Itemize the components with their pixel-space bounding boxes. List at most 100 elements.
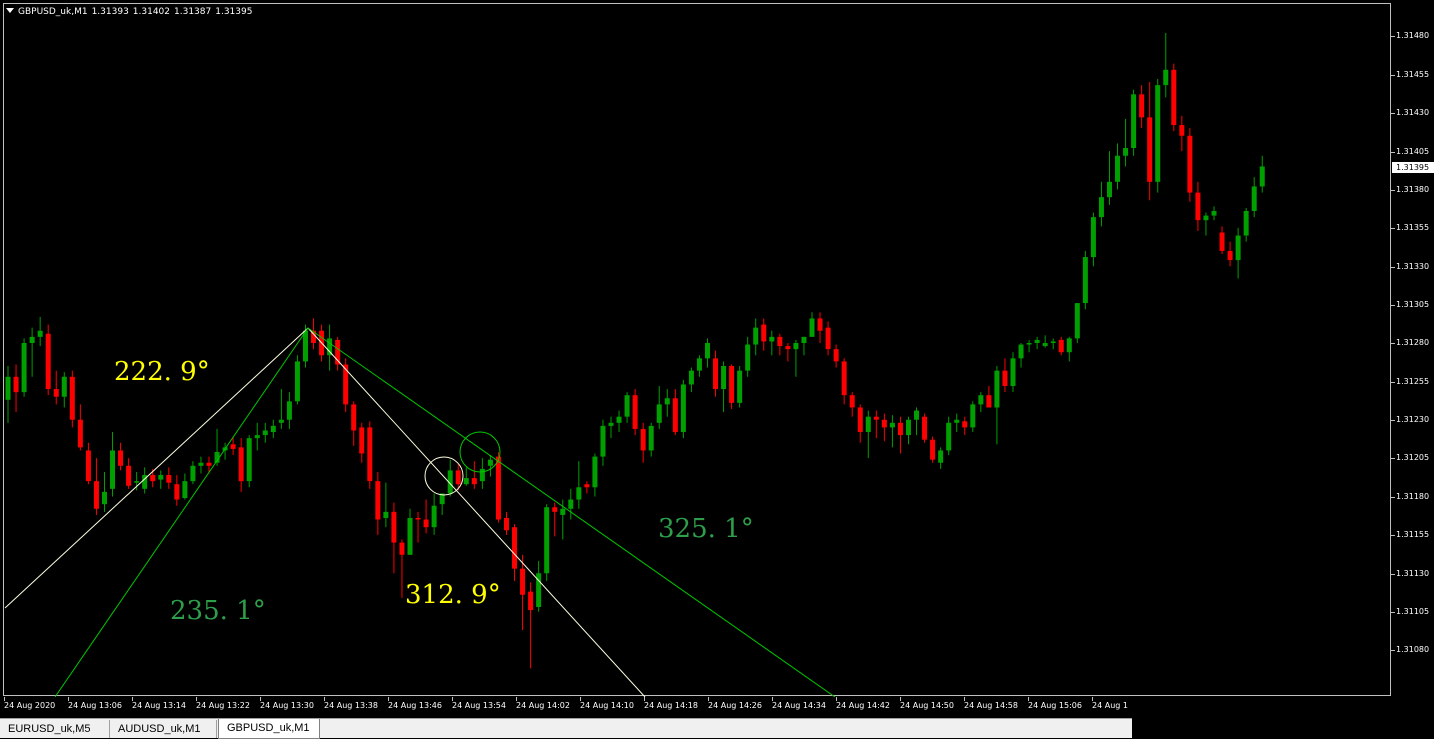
candle[interactable]: [801, 336, 807, 356]
candle[interactable]: [29, 327, 35, 377]
candle[interactable]: [817, 312, 823, 343]
candle[interactable]: [1018, 343, 1024, 368]
candle[interactable]: [1090, 212, 1096, 267]
candle[interactable]: [600, 419, 606, 466]
candle[interactable]: [101, 471, 107, 512]
candle[interactable]: [198, 456, 204, 474]
candle[interactable]: [664, 389, 670, 417]
candle[interactable]: [343, 358, 349, 413]
candle[interactable]: [1259, 155, 1265, 193]
tab-eurusd-m5[interactable]: EURUSD_uk,M5: [0, 720, 110, 738]
candle[interactable]: [1243, 207, 1249, 242]
candle[interactable]: [1002, 358, 1008, 393]
candle[interactable]: [399, 539, 405, 598]
candle[interactable]: [246, 435, 252, 488]
candle[interactable]: [1235, 227, 1241, 279]
candle[interactable]: [5, 366, 11, 423]
candle[interactable]: [278, 389, 284, 429]
candle[interactable]: [1115, 143, 1121, 190]
candle[interactable]: [471, 461, 477, 489]
candle[interactable]: [351, 401, 357, 446]
candle[interactable]: [439, 493, 445, 515]
angle-label-325[interactable]: 325. 1°: [658, 514, 754, 544]
candle[interactable]: [69, 370, 75, 428]
candle[interactable]: [21, 338, 27, 397]
candle[interactable]: [1066, 336, 1072, 362]
candle[interactable]: [930, 436, 936, 463]
candle[interactable]: [1155, 78, 1161, 193]
candle[interactable]: [986, 385, 992, 408]
candle[interactable]: [656, 385, 662, 429]
candle[interactable]: [785, 343, 791, 362]
candle[interactable]: [536, 560, 542, 612]
candle[interactable]: [1139, 85, 1145, 129]
dropdown-triangle-icon[interactable]: [6, 8, 14, 13]
candle[interactable]: [1147, 82, 1153, 201]
candle[interactable]: [841, 358, 847, 405]
price-axis[interactable]: 1.31480 1.31455 1.31430 1.31405 1.31380 …: [1391, 0, 1434, 697]
candle[interactable]: [415, 511, 421, 543]
candle[interactable]: [375, 471, 381, 535]
candle[interactable]: [431, 493, 437, 535]
candle[interactable]: [777, 333, 783, 356]
candle[interactable]: [584, 481, 590, 494]
candle[interactable]: [61, 372, 67, 408]
candle[interactable]: [503, 511, 509, 535]
candle[interactable]: [648, 422, 654, 457]
candle[interactable]: [552, 502, 558, 537]
candle[interactable]: [391, 502, 397, 574]
candle[interactable]: [286, 392, 292, 429]
candle[interactable]: [962, 416, 968, 436]
candle[interactable]: [190, 461, 196, 485]
candle[interactable]: [447, 459, 453, 497]
candle[interactable]: [367, 421, 373, 489]
candle[interactable]: [487, 455, 493, 477]
candle[interactable]: [158, 470, 164, 489]
candle[interactable]: [1131, 89, 1137, 156]
candle[interactable]: [849, 392, 855, 417]
candle[interactable]: [1179, 115, 1185, 152]
candle[interactable]: [825, 321, 831, 356]
candle[interactable]: [873, 410, 879, 439]
candle[interactable]: [335, 336, 341, 371]
candle[interactable]: [294, 355, 300, 405]
candle[interactable]: [166, 467, 172, 489]
angle-label-222[interactable]: 222. 9°: [114, 357, 210, 387]
candle[interactable]: [1010, 352, 1016, 393]
candle[interactable]: [463, 467, 469, 486]
candle[interactable]: [1211, 206, 1217, 221]
candle[interactable]: [946, 416, 952, 456]
candle[interactable]: [978, 392, 984, 413]
candle[interactable]: [85, 442, 91, 485]
candle[interactable]: [479, 458, 485, 489]
trendline-white-right[interactable]: [307, 327, 646, 697]
candle[interactable]: [889, 415, 895, 448]
candle[interactable]: [254, 422, 260, 451]
candle[interactable]: [592, 453, 598, 497]
candle[interactable]: [1050, 338, 1056, 350]
candle[interactable]: [833, 344, 839, 368]
candle[interactable]: [1082, 250, 1088, 310]
candle[interactable]: [624, 392, 630, 423]
candlestick-chart[interactable]: [0, 0, 1391, 697]
candle[interactable]: [616, 410, 622, 433]
candle[interactable]: [640, 422, 646, 463]
candle[interactable]: [13, 364, 19, 413]
candle[interactable]: [672, 389, 678, 436]
highlight-circle-green[interactable]: [459, 431, 501, 473]
tab-audusd-m1[interactable]: AUDUSD_uk,M1: [110, 720, 217, 738]
candle[interactable]: [1171, 63, 1177, 132]
candle[interactable]: [745, 336, 751, 377]
candle[interactable]: [544, 504, 550, 581]
candle[interactable]: [1058, 336, 1064, 356]
candle[interactable]: [696, 355, 702, 377]
candle[interactable]: [37, 316, 43, 347]
candle[interactable]: [110, 432, 116, 497]
candle[interactable]: [922, 413, 928, 443]
candle[interactable]: [954, 413, 960, 433]
time-axis[interactable]: 24 Aug 2020 24 Aug 13:06 24 Aug 13:14 24…: [0, 697, 1130, 717]
candle[interactable]: [126, 458, 132, 489]
candle[interactable]: [1219, 226, 1225, 254]
candle[interactable]: [1123, 118, 1129, 167]
candle[interactable]: [359, 422, 365, 463]
